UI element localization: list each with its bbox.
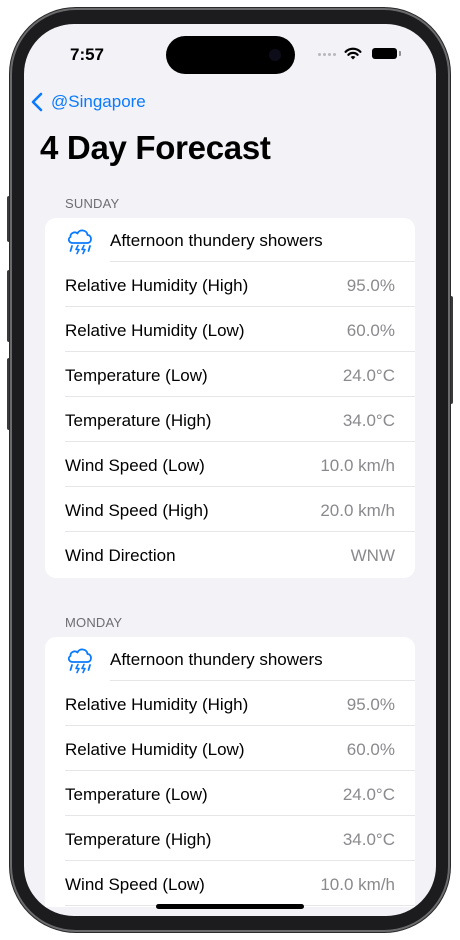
list-item: Temperature (High) 34.0°C: [45, 816, 415, 861]
camera-icon: [269, 49, 281, 61]
cellular-signal-icon: [318, 53, 340, 57]
list-item: Relative Humidity (Low) 60.0%: [45, 726, 415, 771]
home-indicator[interactable]: [156, 904, 304, 909]
cloud-bolt-rain-icon: [67, 229, 92, 255]
status-time: 7:57: [69, 45, 105, 64]
row-value: 60.0%: [346, 740, 395, 759]
condition-text: Afternoon thundery showers: [110, 650, 323, 669]
back-label: @Singapore: [51, 92, 146, 111]
list-item: Temperature (Low) 24.0°C: [45, 771, 415, 816]
list-item: Wind Speed (Low) 10.0 km/h: [45, 861, 415, 906]
list-item: Wind Speed (Low) 10.0 km/h: [45, 442, 415, 487]
row-label: Temperature (Low): [65, 785, 208, 804]
row-value: 34.0°C: [342, 830, 395, 849]
forecast-card-sunday: Afternoon thundery showers Relative Humi…: [45, 218, 415, 578]
wifi-icon: [344, 47, 362, 60]
list-item: Wind Speed (High) 20.0 km/h: [45, 487, 415, 532]
list-item: Relative Humidity (High) 95.0%: [45, 262, 415, 307]
row-label: Relative Humidity (High): [65, 276, 249, 295]
back-button[interactable]: @Singapore: [31, 90, 146, 114]
battery-tip: [399, 51, 401, 56]
row-value: 10.0 km/h: [320, 875, 395, 894]
forecast-card-monday: Afternoon thundery showers Relative Humi…: [45, 637, 415, 907]
row-label: Temperature (Low): [65, 366, 208, 385]
row-value: 95.0%: [346, 695, 395, 714]
row-value: WNW: [350, 546, 395, 565]
day-header-monday: MONDAY: [65, 615, 123, 630]
row-value: 95.0%: [346, 276, 395, 295]
row-value: 24.0°C: [342, 366, 395, 385]
row-label: Temperature (High): [65, 830, 212, 849]
list-item: Temperature (Low) 24.0°C: [45, 352, 415, 397]
row-label: Wind Speed (High): [65, 501, 209, 520]
row-label: Temperature (High): [65, 411, 212, 430]
status-icons: [318, 46, 402, 62]
cloud-bolt-rain-icon: [67, 648, 92, 674]
list-item: Temperature (High) 34.0°C: [45, 397, 415, 442]
row-value: 10.0 km/h: [320, 456, 395, 475]
page-title: 4 Day Forecast: [40, 129, 271, 166]
list-item: Relative Humidity (High) 95.0%: [45, 681, 415, 726]
condition-text: Afternoon thundery showers: [110, 231, 323, 250]
condition-row: Afternoon thundery showers: [45, 218, 415, 262]
condition-row: Afternoon thundery showers: [45, 637, 415, 681]
row-value: 24.0°C: [342, 785, 395, 804]
row-label: Relative Humidity (High): [65, 695, 249, 714]
row-label: Wind Speed (Low): [65, 456, 205, 475]
row-value: 60.0%: [346, 321, 395, 340]
row-label: Wind Speed (Low): [65, 875, 205, 894]
row-value: 34.0°C: [342, 411, 395, 430]
chevron-left-icon: [31, 92, 43, 112]
row-label: Relative Humidity (Low): [65, 740, 245, 759]
row-value: 20.0 km/h: [320, 501, 395, 520]
list-item: Wind Direction WNW: [45, 532, 415, 577]
row-label: Wind Direction: [65, 546, 176, 565]
dynamic-island: [166, 36, 295, 74]
list-item: Relative Humidity (Low) 60.0%: [45, 307, 415, 352]
row-label: Relative Humidity (Low): [65, 321, 245, 340]
battery-icon: [372, 48, 397, 59]
day-header-sunday: SUNDAY: [65, 196, 120, 211]
